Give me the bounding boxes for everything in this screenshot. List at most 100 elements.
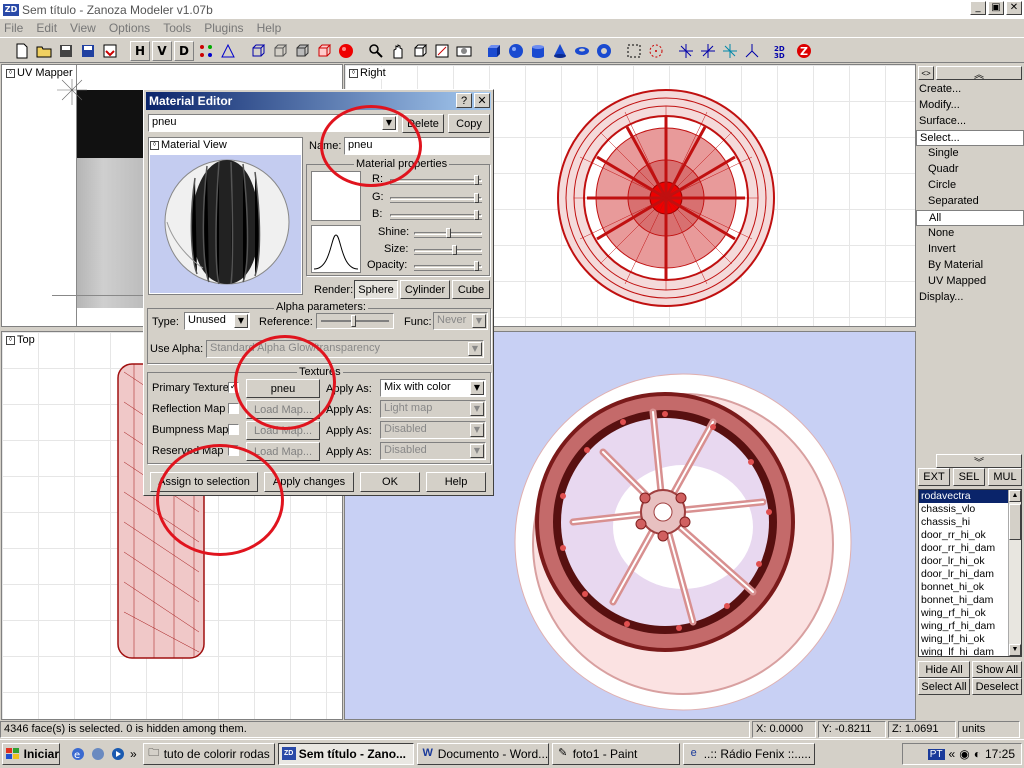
menu-tools[interactable]: Tools xyxy=(163,21,191,35)
render-cylinder-button[interactable]: Cylinder xyxy=(400,280,450,299)
list-item[interactable]: wing_rf_hi_dam xyxy=(919,620,1021,633)
import-icon[interactable] xyxy=(100,41,120,61)
menu-edit[interactable]: Edit xyxy=(36,21,57,35)
zoom-icon[interactable] xyxy=(366,41,386,61)
cube-solid-icon[interactable] xyxy=(292,41,312,61)
d-button[interactable]: D xyxy=(174,40,194,61)
size-slider[interactable] xyxy=(414,245,482,255)
apply-bumpness-select[interactable]: Disabled ▼ xyxy=(380,421,486,439)
copy-button[interactable]: Copy xyxy=(448,114,490,133)
select-by-material[interactable]: By Material xyxy=(916,258,1024,274)
render-cube-button[interactable]: Cube xyxy=(452,280,490,299)
messenger-quicklaunch-icon[interactable] xyxy=(88,744,108,764)
list-item[interactable]: bonnet_hi_ok xyxy=(919,581,1021,594)
rotate-icon[interactable] xyxy=(698,41,718,61)
quicklaunch-more[interactable]: » xyxy=(130,747,137,761)
task-radio[interactable]: e..:: Rádio Fenix ::..... xyxy=(682,743,815,765)
h-button[interactable]: H xyxy=(130,40,150,61)
hand-icon[interactable] xyxy=(388,41,408,61)
menu-select[interactable]: Select... xyxy=(916,130,1024,146)
menu-display[interactable]: Display... xyxy=(916,290,1024,306)
torus2-blue-icon[interactable] xyxy=(594,41,614,61)
help-button[interactable]: Help xyxy=(426,472,486,492)
cylinder-blue-icon[interactable] xyxy=(528,41,548,61)
apply-reflection-select[interactable]: Light map ▼ xyxy=(380,400,486,418)
list-item[interactable]: door_rr_hi_dam xyxy=(919,542,1021,555)
frame-icon[interactable] xyxy=(432,41,452,61)
wand-icon[interactable] xyxy=(196,41,216,61)
collapse-panel-button[interactable]: <> xyxy=(918,66,934,80)
select-all[interactable]: All xyxy=(916,210,1024,226)
task-word[interactable]: W Documento - Word... xyxy=(416,743,549,765)
chevron-down-icon[interactable]: ▼ xyxy=(472,314,486,328)
axis-icon[interactable] xyxy=(742,41,762,61)
apply-reserved-select[interactable]: Disabled ▼ xyxy=(380,442,486,460)
list-item[interactable]: door_lr_hi_dam xyxy=(919,568,1021,581)
scroll-thumb[interactable] xyxy=(1009,504,1021,540)
func-select[interactable]: Never ▼ xyxy=(433,312,488,330)
reference-slider[interactable] xyxy=(316,313,394,329)
opacity-slider[interactable] xyxy=(414,261,482,271)
chevron-down-icon[interactable]: ▼ xyxy=(470,402,484,416)
menu-file[interactable]: File xyxy=(4,21,23,35)
viewport-menu-icon[interactable]: ◊ xyxy=(6,335,15,345)
select-all-button[interactable]: Select All xyxy=(918,678,970,695)
torus-blue-icon[interactable] xyxy=(572,41,592,61)
new-icon[interactable] xyxy=(12,41,32,61)
list-item[interactable]: bonnet_hi_dam xyxy=(919,594,1021,607)
menu-help[interactable]: Help xyxy=(257,21,282,35)
media-quicklaunch-icon[interactable] xyxy=(108,744,128,764)
list-item[interactable]: chassis_vlo xyxy=(919,503,1021,516)
show-all-button[interactable]: Show All xyxy=(972,661,1022,678)
menu-surface[interactable]: Surface... xyxy=(916,114,1024,130)
list-item[interactable]: door_lr_hi_ok xyxy=(919,555,1021,568)
language-indicator[interactable]: PT xyxy=(927,748,945,760)
maximize-button[interactable]: ▣ xyxy=(988,1,1004,15)
open-icon[interactable] xyxy=(34,41,54,61)
chevron-down-icon[interactable]: ▼ xyxy=(470,381,484,395)
move-icon[interactable] xyxy=(676,41,696,61)
reflection-map-checkbox[interactable] xyxy=(228,403,239,414)
list-item[interactable]: wing_lf_hi_dam xyxy=(919,646,1021,656)
network-icon[interactable]: ◉ xyxy=(959,747,969,761)
bumpness-map-checkbox[interactable] xyxy=(228,424,239,435)
menu-options[interactable]: Options xyxy=(109,21,150,35)
cone-blue-icon[interactable] xyxy=(550,41,570,61)
list-item[interactable]: wing_lf_hi_ok xyxy=(919,633,1021,646)
minimize-button[interactable]: _ xyxy=(970,1,986,15)
list-scrollbar[interactable]: ▲ ▼ xyxy=(1008,490,1021,656)
chevron-up-icon[interactable]: ▲ xyxy=(1009,490,1021,502)
task-zanoza[interactable]: ZD Sem título - Zano... xyxy=(277,743,414,765)
list-item[interactable]: rodavectra xyxy=(919,490,1021,503)
sphere-red-icon[interactable] xyxy=(336,41,356,61)
list-item[interactable]: door_rr_hi_ok xyxy=(919,529,1021,542)
b-slider[interactable] xyxy=(390,210,482,220)
save-icon[interactable] xyxy=(56,41,76,61)
apply-primary-select[interactable]: Mix with color ▼ xyxy=(380,379,486,397)
save-as-icon[interactable] xyxy=(78,41,98,61)
tab-ext[interactable]: EXT xyxy=(918,468,950,486)
menu-view[interactable]: View xyxy=(70,21,96,35)
shine-slider[interactable] xyxy=(414,228,482,238)
task-paint[interactable]: ✎ foto1 - Paint xyxy=(551,743,680,765)
select-separated[interactable]: Separated xyxy=(916,194,1024,210)
list-item[interactable]: chassis_hi xyxy=(919,516,1021,529)
alpha-type-select[interactable]: Unused ▼ xyxy=(184,312,250,330)
box-icon[interactable] xyxy=(410,41,430,61)
chevron-down-icon[interactable]: ▼ xyxy=(1009,644,1021,656)
viewport-menu-icon[interactable]: ◊ xyxy=(349,68,358,78)
render-sphere-button[interactable]: Sphere xyxy=(354,280,398,299)
z-icon[interactable]: Z xyxy=(794,41,814,61)
menu-plugins[interactable]: Plugins xyxy=(204,21,243,35)
select-invert[interactable]: Invert xyxy=(916,242,1024,258)
view-menu-icon[interactable]: ◊ xyxy=(150,140,159,150)
menu-create[interactable]: Create... xyxy=(916,82,1024,98)
chevron-down-icon[interactable]: ▼ xyxy=(468,342,482,356)
chevron-down-icon[interactable]: ▼ xyxy=(470,423,484,437)
cube-wire2-icon[interactable] xyxy=(270,41,290,61)
g-slider[interactable] xyxy=(390,193,482,203)
close-window-button[interactable]: ✕ xyxy=(1006,1,1022,15)
list-item[interactable]: wing_rf_hi_ok xyxy=(919,607,1021,620)
select-none[interactable]: None xyxy=(916,226,1024,242)
viewport-menu-icon[interactable]: ◊ xyxy=(6,68,15,78)
